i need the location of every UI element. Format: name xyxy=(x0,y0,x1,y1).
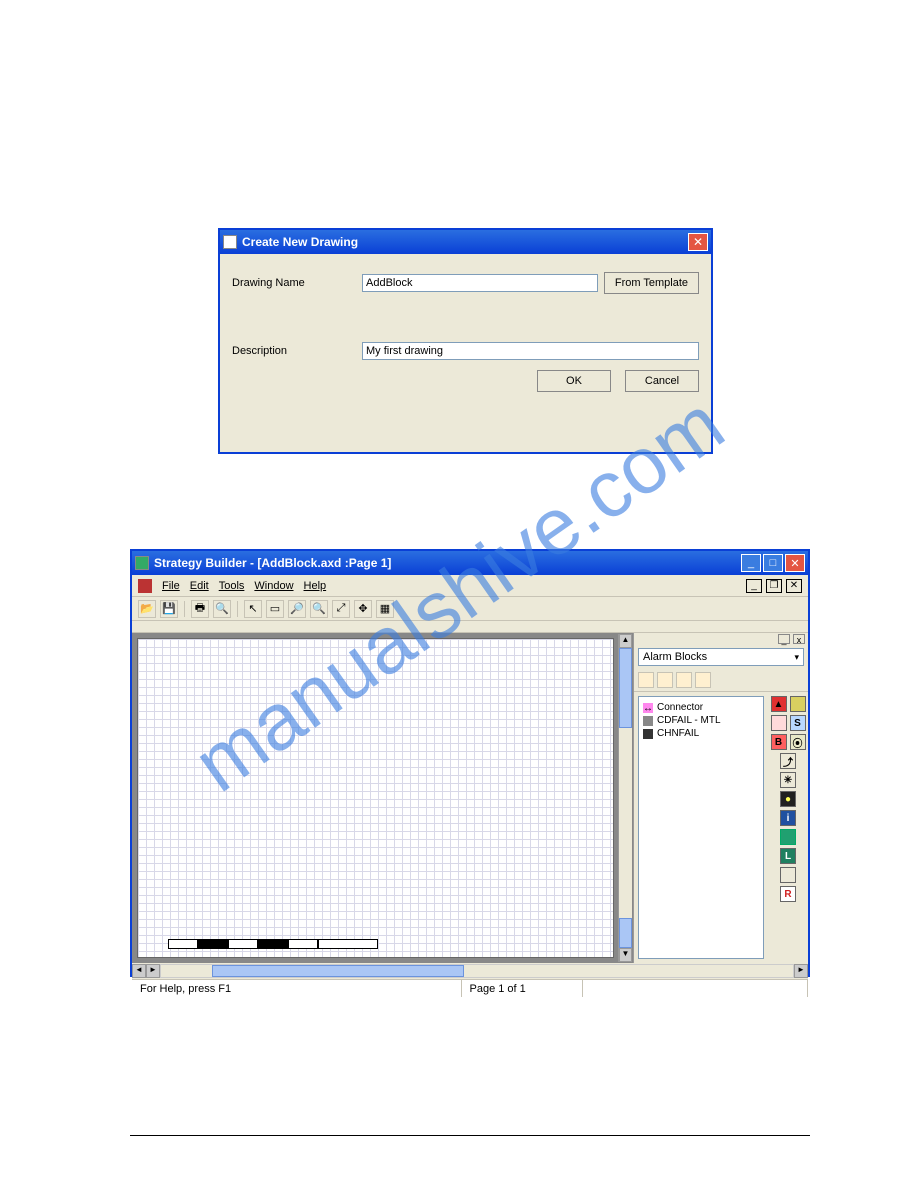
open-folder-icon[interactable] xyxy=(657,672,673,688)
pan-icon[interactable]: ✥ xyxy=(354,600,372,618)
tree-item-connector[interactable]: ↔Connector xyxy=(643,701,759,714)
zoom-in-icon[interactable]: 🔎 xyxy=(288,600,306,618)
description-input[interactable] xyxy=(362,342,699,360)
app-icon xyxy=(135,556,149,570)
tree-item-cdfail[interactable]: CDFAIL - MTL xyxy=(643,714,759,727)
mdi-close-button[interactable]: ✕ xyxy=(786,579,802,593)
mdi-restore-button[interactable]: ❐ xyxy=(766,579,782,593)
status-help: For Help, press F1 xyxy=(132,980,462,997)
menu-edit[interactable]: Edit xyxy=(190,580,209,592)
doc-icon xyxy=(138,579,152,593)
title-block xyxy=(168,939,378,949)
tool-button[interactable]: R xyxy=(780,886,796,902)
menu-bar: File Edit Tools Window Help _ ❐ ✕ xyxy=(132,575,808,597)
window-title: Strategy Builder - [AddBlock.axd :Page 1… xyxy=(154,556,391,570)
tool-button[interactable]: ⦿ xyxy=(790,734,806,750)
maximize-button[interactable]: □ xyxy=(763,554,783,572)
drawing-name-input[interactable] xyxy=(362,274,598,292)
ruler xyxy=(132,621,808,633)
tool-button[interactable]: i xyxy=(780,810,796,826)
print-icon[interactable]: 🖶 xyxy=(191,600,209,618)
tool-button[interactable] xyxy=(790,696,806,712)
panel-pin-icon[interactable]: _ xyxy=(778,634,790,644)
side-toolbox: ▲SB⦿ ⤴ ✳ ● i L R xyxy=(768,692,808,963)
disk-icon[interactable] xyxy=(676,672,692,688)
status-bar: For Help, press F1 Page 1 of 1 xyxy=(132,979,808,997)
ok-button[interactable]: OK xyxy=(537,370,611,392)
canvas-area: ▲ ▼ xyxy=(132,633,633,963)
cancel-button[interactable]: Cancel xyxy=(625,370,699,392)
vertical-scrollbar[interactable]: ▲ ▼ xyxy=(618,634,632,962)
zoom-fit-icon[interactable]: ⤢ xyxy=(332,600,350,618)
close-icon[interactable]: ✕ xyxy=(688,233,708,251)
drawing-name-label: Drawing Name xyxy=(232,277,362,289)
minimize-button[interactable]: _ xyxy=(741,554,761,572)
tool-button[interactable]: B xyxy=(771,734,787,750)
tool-button[interactable] xyxy=(780,829,796,845)
zoom-out-icon[interactable]: 🔍 xyxy=(310,600,328,618)
blocks-category-combo[interactable]: Alarm Blocks xyxy=(638,648,804,666)
window-titlebar: Strategy Builder - [AddBlock.axd :Page 1… xyxy=(132,551,808,575)
tree-item-chnfail[interactable]: CHNFAIL xyxy=(643,727,759,740)
tool-button[interactable]: L xyxy=(780,848,796,864)
tool-button[interactable]: S xyxy=(790,715,806,731)
tool-button[interactable]: ⤴ xyxy=(780,753,796,769)
tool-button[interactable]: ✳ xyxy=(780,772,796,788)
disk2-icon[interactable] xyxy=(695,672,711,688)
menu-file[interactable]: File xyxy=(162,580,180,592)
from-template-button[interactable]: From Template xyxy=(604,272,699,294)
description-label: Description xyxy=(232,345,362,357)
strategy-builder-window: Strategy Builder - [AddBlock.axd :Page 1… xyxy=(130,549,810,977)
tool-button[interactable]: ▲ xyxy=(771,696,787,712)
panel-close-icon[interactable]: x xyxy=(793,634,805,644)
menu-window[interactable]: Window xyxy=(254,580,293,592)
page-rule xyxy=(130,1135,810,1136)
menu-help[interactable]: Help xyxy=(304,580,327,592)
create-new-drawing-dialog: Create New Drawing ✕ Drawing Name From T… xyxy=(218,228,713,454)
tool-button[interactable]: ● xyxy=(780,791,796,807)
toolbar: 📂 💾 🖶 🔍 ↖ ▭ 🔎 🔍 ⤢ ✥ ▦ xyxy=(132,597,808,621)
close-button[interactable]: ✕ xyxy=(785,554,805,572)
mdi-minimize-button[interactable]: _ xyxy=(746,579,762,593)
blocks-panel: _ x Alarm Blocks ↔Connector CDFAIL - MTL… xyxy=(633,633,808,963)
dialog-icon xyxy=(223,235,237,249)
print-preview-icon[interactable]: 🔍 xyxy=(213,600,231,618)
dialog-titlebar: Create New Drawing ✕ xyxy=(220,230,711,254)
grid-icon[interactable]: ▦ xyxy=(376,600,394,618)
blocks-tree[interactable]: ↔Connector CDFAIL - MTL CHNFAIL xyxy=(638,696,764,959)
open-icon[interactable]: 📂 xyxy=(138,600,156,618)
horizontal-scrollbar[interactable]: ◄► ► xyxy=(132,963,808,979)
drawing-canvas[interactable] xyxy=(137,638,614,958)
menu-tools[interactable]: Tools xyxy=(219,580,245,592)
rect-icon[interactable]: ▭ xyxy=(266,600,284,618)
pointer-icon[interactable]: ↖ xyxy=(244,600,262,618)
tool-button[interactable] xyxy=(780,867,796,883)
dialog-title: Create New Drawing xyxy=(242,235,358,249)
status-page: Page 1 of 1 xyxy=(462,980,583,997)
tool-button[interactable] xyxy=(771,715,787,731)
new-folder-icon[interactable] xyxy=(638,672,654,688)
save-icon[interactable]: 💾 xyxy=(160,600,178,618)
